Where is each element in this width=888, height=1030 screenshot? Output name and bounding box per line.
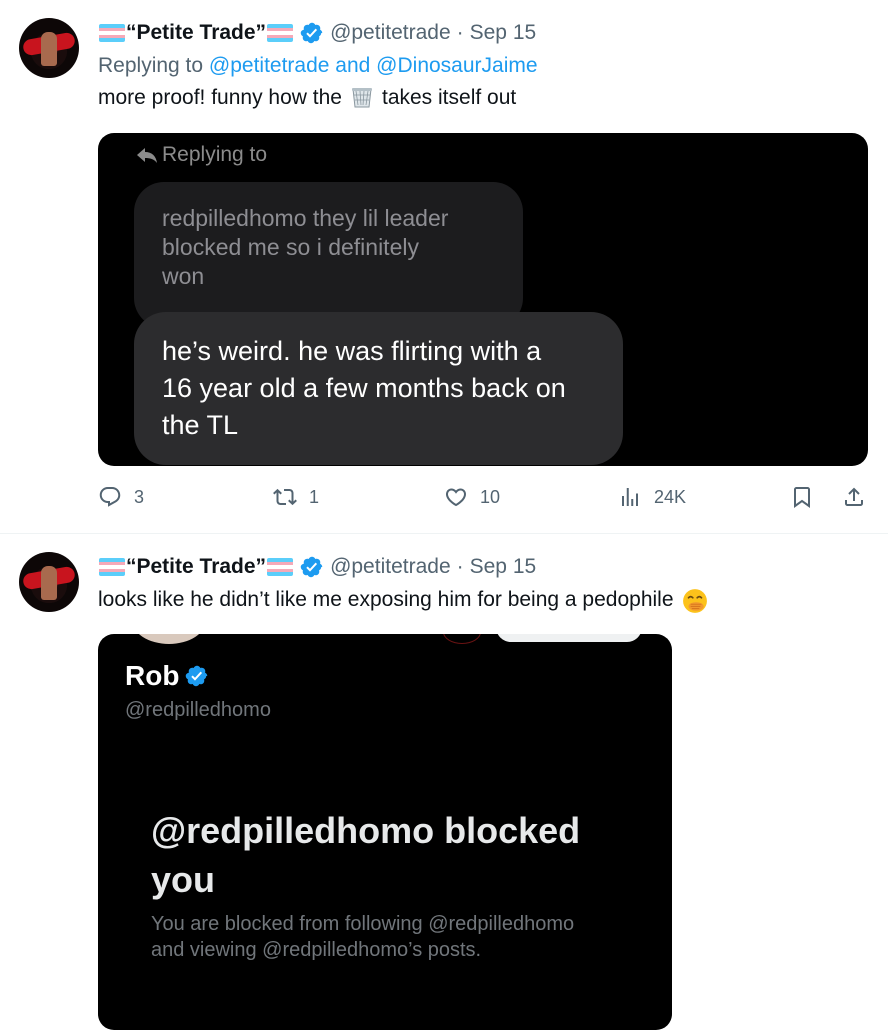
replying-to-label: Replying to <box>98 54 204 77</box>
verified-badge-icon[interactable] <box>300 21 324 45</box>
author-handle[interactable]: @petitetrade <box>330 555 451 579</box>
replying-to-handles[interactable]: @petitetrade and @DinosaurJaime <box>209 54 538 77</box>
repost-icon <box>273 488 297 506</box>
reply-count: 3 <box>134 486 145 507</box>
views-button[interactable]: 24K <box>618 485 686 509</box>
tweet-text-end: takes itself out <box>381 86 517 109</box>
tweet-text-start: more proof! funny how the <box>98 86 342 109</box>
tweet-text: more proof! funny how the takes itself o… <box>98 86 516 110</box>
share-button[interactable] <box>842 485 866 509</box>
trans-flag-icon <box>99 558 125 576</box>
profile-name-row: Rob <box>125 660 209 692</box>
quoted-message-line: won <box>162 263 205 289</box>
share-icon <box>845 487 863 506</box>
tweet-date[interactable]: Sep 15 <box>470 21 537 45</box>
separator: · <box>456 21 464 44</box>
reply-icon <box>99 487 121 507</box>
reply-button[interactable]: 3 <box>98 485 144 509</box>
author-name[interactable]: “Petite Trade” <box>126 555 266 579</box>
quoted-message-line: redpilledhomo they lil leader <box>162 205 449 231</box>
view-count: 24K <box>654 486 687 507</box>
author-name[interactable]: “Petite Trade” <box>126 21 266 45</box>
screenshot-card[interactable]: Replying to redpilledhomo they lil leade… <box>98 133 868 466</box>
tweet-header: “Petite Trade” @petitetrade · Sep 15 <box>98 20 536 46</box>
repost-count: 1 <box>309 486 320 507</box>
like-count: 10 <box>480 486 501 507</box>
tweet-date[interactable]: Sep 15 <box>470 555 537 579</box>
profile-action-button-partial <box>496 634 642 642</box>
blocked-description-line: and viewing @redpilledhomo’s posts. <box>151 939 482 961</box>
quoted-message-bubble: redpilledhomo they lil leader blocked me… <box>134 182 523 328</box>
blocked-title: @redpilledhomo blocked you <box>151 806 580 904</box>
trans-flag-icon <box>267 558 294 576</box>
trans-flag-icon <box>267 24 294 42</box>
replying-to-line: Replying to @petitetrade and @DinosaurJa… <box>98 54 538 78</box>
author-avatar[interactable] <box>19 18 79 78</box>
tweet-text: looks like he didn’t like me exposing hi… <box>98 588 714 613</box>
profile-red-mark <box>443 634 481 644</box>
verified-badge-icon[interactable] <box>300 555 324 579</box>
wastebasket-icon <box>350 86 374 110</box>
quoted-message-line: blocked me so i definitely <box>162 234 419 260</box>
tweet-1[interactable]: “Petite Trade” @petitetrade · Sep 15 Rep… <box>0 0 888 533</box>
blocked-description-line: You are blocked from following @redpille… <box>151 913 575 935</box>
analytics-icon <box>622 488 638 506</box>
tweet-text-content: looks like he didn’t like me exposing hi… <box>98 588 674 611</box>
bookmark-icon <box>794 487 810 508</box>
author-handle[interactable]: @petitetrade <box>330 21 451 45</box>
like-button[interactable]: 10 <box>444 485 500 509</box>
separator: · <box>456 555 464 578</box>
tweet-2[interactable]: “Petite Trade” @petitetrade · Sep 15 loo… <box>0 534 888 1030</box>
tweet-header: “Petite Trade” @petitetrade · Sep 15 <box>98 554 536 580</box>
message-line: the TL <box>162 410 239 440</box>
verified-badge-icon <box>186 665 208 687</box>
author-avatar[interactable] <box>19 552 79 612</box>
card-replying-to: Replying to <box>134 143 267 167</box>
message-line: he’s weird. he was flirting with a <box>162 336 542 366</box>
blocked-title-line: @redpilledhomo blocked <box>151 810 581 851</box>
bookmark-button[interactable] <box>790 485 814 509</box>
message-line: 16 year old a few months back on <box>162 373 566 403</box>
profile-avatar-partial <box>132 634 206 644</box>
heart-icon <box>445 488 467 507</box>
face-with-hand-over-mouth-icon <box>682 588 707 613</box>
blocked-profile-card[interactable]: Rob @redpilledhomo @redpilledhomo blocke… <box>98 634 672 1030</box>
profile-name: Rob <box>125 660 180 691</box>
trans-flag-icon <box>99 24 125 42</box>
reply-arrow-icon <box>137 148 157 163</box>
blocked-description: You are blocked from following @redpille… <box>151 911 574 963</box>
message-bubble: he’s weird. he was flirting with a 16 ye… <box>134 312 623 465</box>
profile-handle: @redpilledhomo <box>125 699 271 721</box>
blocked-title-line: you <box>151 859 216 900</box>
repost-button[interactable]: 1 <box>273 485 319 509</box>
tweet-actions: 3 1 10 24K <box>98 485 868 515</box>
